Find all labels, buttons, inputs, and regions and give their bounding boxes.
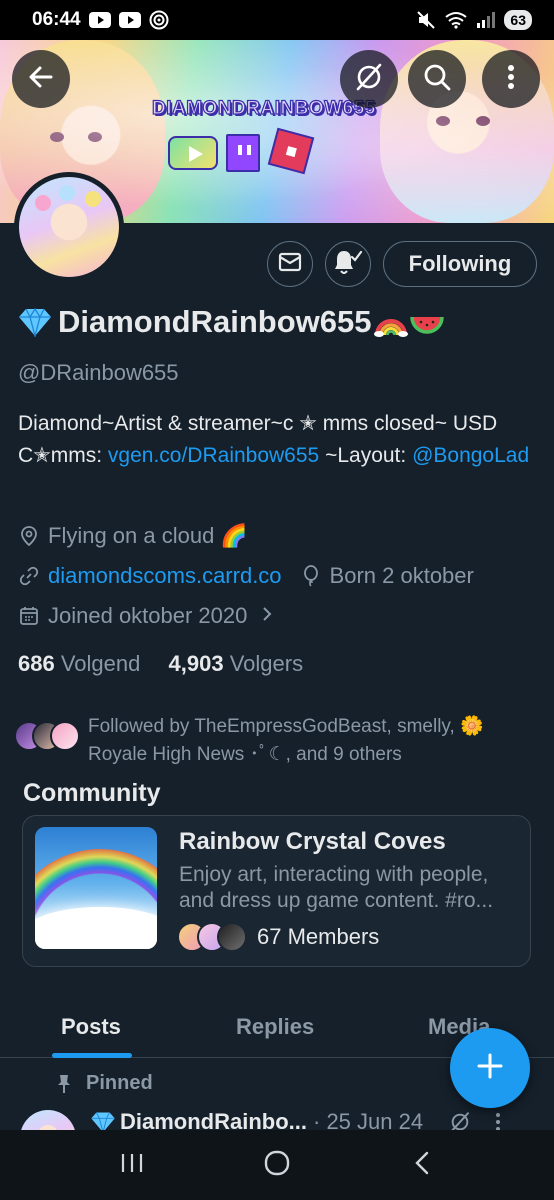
profile-avatar[interactable]	[14, 172, 124, 282]
youtube-icon	[88, 12, 111, 28]
home-button[interactable]	[247, 1140, 307, 1190]
pinned-text: Pinned	[86, 1072, 153, 1094]
profile-bio: Diamond~Artist & streamer~c ✭ mms closed…	[18, 408, 538, 472]
follow-counts: 686 Volgend 4,903 Volgers	[18, 651, 303, 677]
compose-button[interactable]	[450, 1028, 530, 1108]
followers-count-link[interactable]: 4,903 Volgers	[169, 651, 304, 676]
members-count: 67 Members	[257, 924, 380, 949]
pinned-label: Pinned	[56, 1072, 153, 1095]
profile-handle: @DRainbow655	[18, 360, 179, 385]
cell-signal-icon	[476, 11, 496, 29]
followers-count: 4,903	[168, 651, 224, 676]
following-button[interactable]: Following	[383, 241, 537, 287]
tab-replies[interactable]: Replies	[236, 1014, 314, 1040]
community-section-title: Community	[23, 779, 161, 807]
battery-indicator: 63	[504, 10, 532, 30]
grok-icon	[354, 62, 384, 97]
calendar-icon	[18, 605, 40, 627]
youtube-icon	[118, 12, 141, 28]
more-vertical-icon[interactable]	[495, 1112, 501, 1132]
joined-row[interactable]: Joined oktober 2020	[18, 603, 273, 629]
followed-by-avatars	[14, 719, 84, 759]
message-button[interactable]	[267, 241, 313, 287]
joined-text: Joined oktober 2020	[48, 603, 248, 628]
website-link[interactable]: diamondscoms.carrd.co	[48, 563, 282, 589]
community-name: Rainbow Crystal Coves	[179, 828, 446, 855]
signal-hotspot-icon	[149, 10, 169, 30]
youtube-icon	[168, 136, 218, 170]
bio-mention[interactable]: @BongoLad	[412, 444, 529, 467]
wifi-icon	[444, 11, 468, 29]
home-circle-icon	[263, 1149, 291, 1182]
community-card[interactable]: Rainbow Crystal Coves Enjoy art, interac…	[22, 815, 531, 967]
following-label: Volgend	[60, 651, 141, 676]
location-text: Flying on a cloud 🌈	[48, 523, 248, 548]
status-bar: 06:44 63	[0, 0, 554, 40]
notifications-button[interactable]	[325, 241, 371, 287]
more-options-button[interactable]	[482, 50, 540, 108]
bell-check-icon	[333, 248, 363, 281]
avatar	[217, 922, 247, 952]
link-icon	[18, 565, 40, 587]
avatar	[50, 721, 80, 751]
tab-posts[interactable]: Posts	[61, 1014, 121, 1040]
search-button[interactable]	[408, 50, 466, 108]
following-count: 686	[18, 651, 55, 676]
search-icon	[422, 62, 452, 97]
community-description: Enjoy art, interacting with people, and …	[179, 862, 519, 914]
followed-by-text: Followed by TheEmpressGodBeast, smelly, …	[88, 716, 484, 765]
arrow-left-icon	[27, 63, 55, 96]
status-time: 06:44	[32, 9, 81, 30]
recent-apps-icon	[120, 1152, 144, 1179]
community-members: 67 Members	[177, 922, 379, 952]
display-name-text: DiamondRainbow655	[58, 304, 372, 339]
rainbow-icon	[373, 309, 408, 337]
watermelon-icon	[409, 310, 444, 334]
followed-by[interactable]: Followed by TheEmpressGodBeast, smelly, …	[14, 713, 540, 769]
mute-icon	[416, 10, 436, 30]
back-nav-button[interactable]	[392, 1140, 452, 1190]
followers-label: Volgers	[229, 651, 304, 676]
chevron-right-icon	[261, 603, 273, 629]
bio-text: ~Layout:	[319, 444, 413, 467]
more-vertical-icon	[507, 64, 515, 95]
community-thumbnail	[35, 827, 157, 949]
banner-logo-text: DIAMONDRAINBOW655	[151, 97, 376, 119]
system-nav-bar	[0, 1130, 554, 1200]
back-button[interactable]	[12, 50, 70, 108]
community-desc-line: and dress up game content. #ro...	[179, 889, 494, 912]
following-count-link[interactable]: 686 Volgend	[18, 651, 140, 676]
birthday-text: Born 2 oktober	[329, 563, 474, 588]
mail-icon	[278, 252, 302, 277]
chevron-left-icon	[414, 1150, 430, 1181]
location-row: Flying on a cloud 🌈	[18, 523, 248, 549]
plus-icon	[477, 1053, 503, 1084]
location-pin-icon	[18, 525, 40, 547]
pin-icon	[56, 1074, 72, 1094]
bio-link[interactable]: vgen.co/DRainbow655	[108, 444, 319, 467]
recent-apps-button[interactable]	[102, 1140, 162, 1190]
website-birthday-row: diamondscoms.carrd.co Born 2 oktober	[18, 563, 474, 589]
diamond-icon	[18, 307, 52, 339]
grok-button[interactable]	[340, 50, 398, 108]
active-tab-indicator	[52, 1053, 132, 1058]
display-name: DiamondRainbow655	[18, 304, 444, 340]
twitch-icon	[226, 134, 260, 172]
balloon-icon	[300, 565, 322, 587]
community-desc-line: Enjoy art, interacting with people,	[179, 863, 489, 886]
